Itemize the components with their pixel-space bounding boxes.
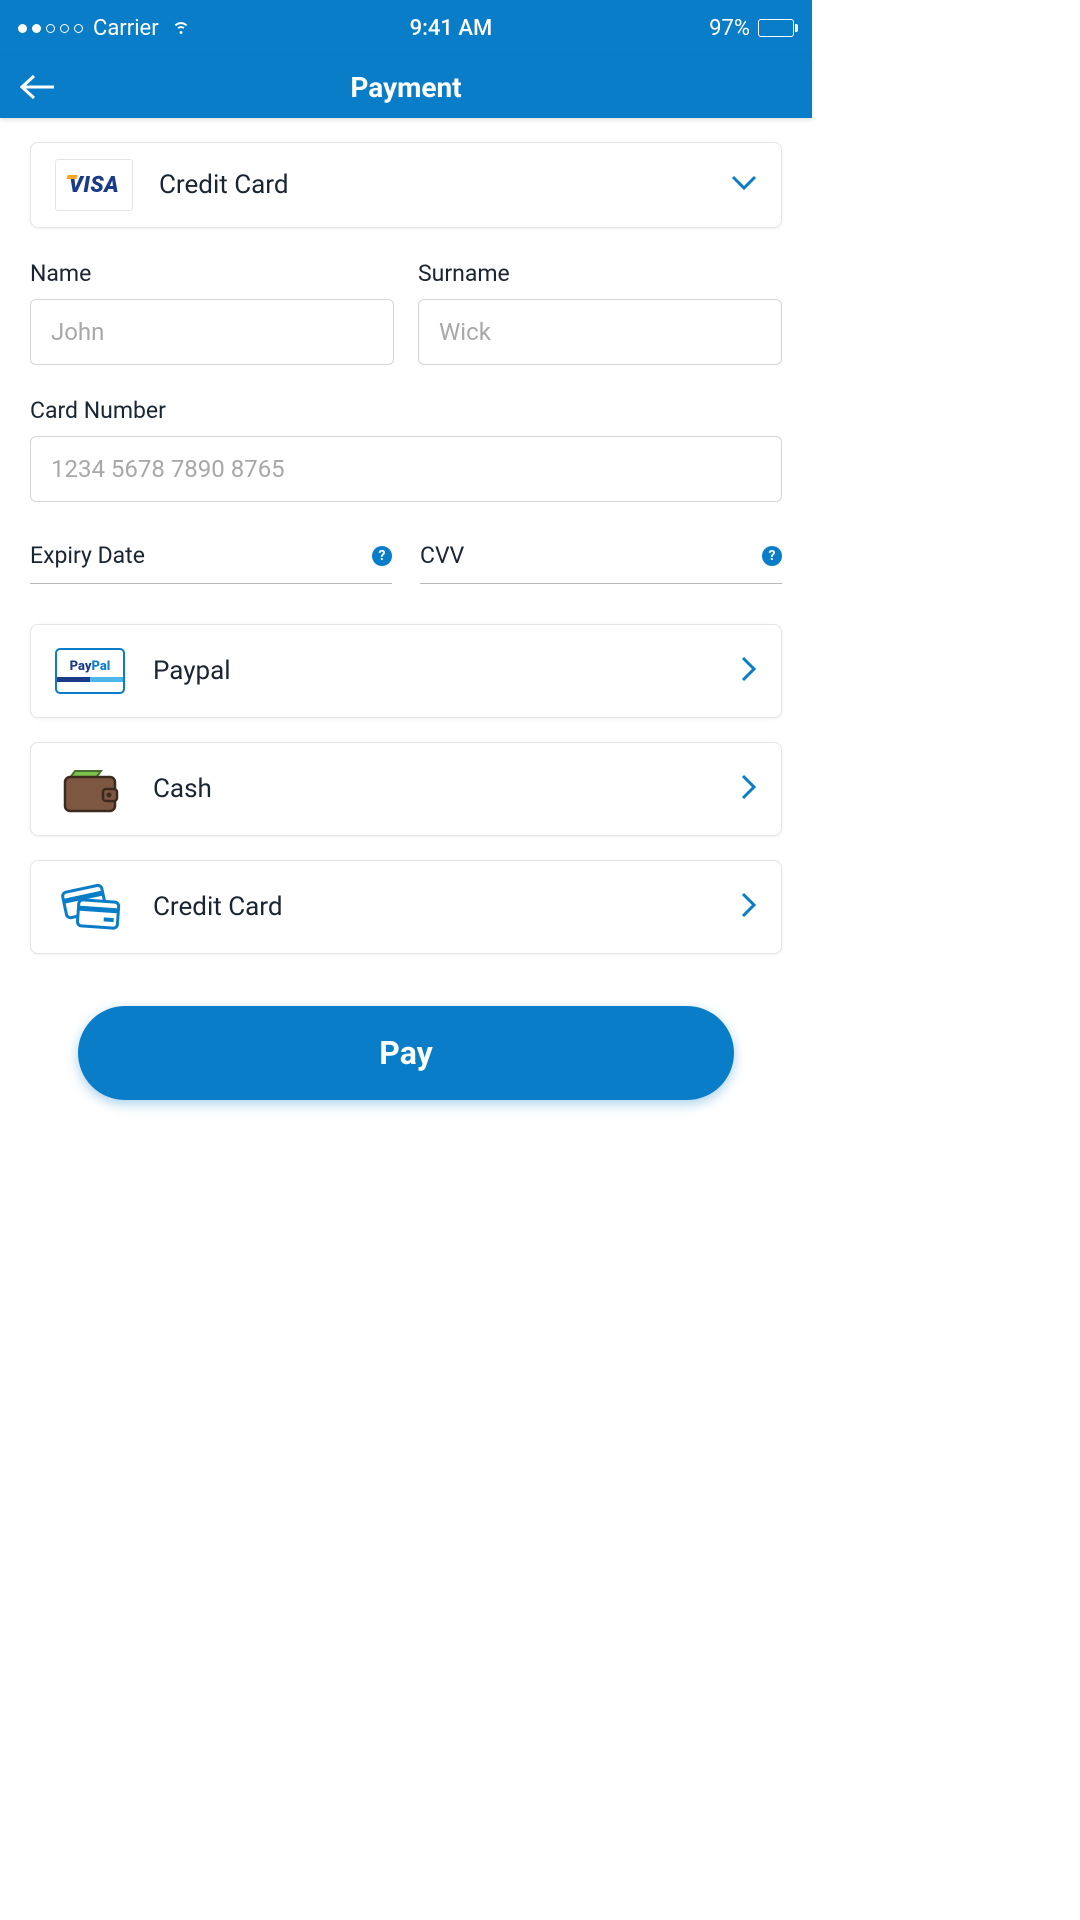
card-number-input[interactable] (30, 436, 782, 502)
chevron-right-icon (741, 774, 757, 804)
chevron-right-icon (741, 656, 757, 686)
signal-dots-icon (18, 24, 83, 33)
wifi-icon (169, 13, 193, 43)
surname-input[interactable] (418, 299, 782, 365)
option-label: Cash (153, 774, 741, 804)
option-label: Paypal (153, 656, 741, 686)
payment-option-cash[interactable]: Cash (30, 742, 782, 836)
surname-label: Surname (418, 260, 782, 287)
payment-method-label: Credit Card (159, 170, 731, 200)
credit-cards-icon (55, 883, 125, 931)
payment-method-selector[interactable]: VISA Credit Card (30, 142, 782, 228)
visa-logo-icon: VISA (55, 159, 133, 211)
chevron-down-icon (731, 175, 757, 195)
paypal-icon: PayPal (55, 647, 125, 695)
status-bar: Carrier 9:41 AM 97% (0, 0, 812, 56)
cvv-field[interactable]: CVV ? (420, 542, 782, 584)
status-left: Carrier (18, 13, 193, 43)
option-label: Credit Card (153, 892, 741, 922)
expiry-date-field[interactable]: Expiry Date ? (30, 542, 392, 584)
expiry-help-icon[interactable]: ? (372, 546, 392, 566)
battery-icon (758, 19, 794, 37)
card-number-label: Card Number (30, 397, 782, 424)
expiry-date-label: Expiry Date (30, 542, 145, 569)
pay-button[interactable]: Pay (78, 1006, 734, 1100)
name-input[interactable] (30, 299, 394, 365)
wallet-icon (55, 765, 125, 813)
carrier-label: Carrier (93, 16, 159, 41)
name-label: Name (30, 260, 394, 287)
cvv-label: CVV (420, 542, 464, 569)
status-right: 97% (709, 16, 794, 41)
payment-option-credit-card[interactable]: Credit Card (30, 860, 782, 954)
battery-percentage: 97% (709, 16, 750, 41)
chevron-right-icon (741, 892, 757, 922)
nav-bar: Payment (0, 56, 812, 118)
payment-option-paypal[interactable]: PayPal Paypal (30, 624, 782, 718)
arrow-left-icon (20, 73, 56, 101)
page-title: Payment (350, 71, 461, 104)
cvv-help-icon[interactable]: ? (762, 546, 782, 566)
status-time: 9:41 AM (410, 16, 493, 41)
back-button[interactable] (16, 65, 60, 109)
